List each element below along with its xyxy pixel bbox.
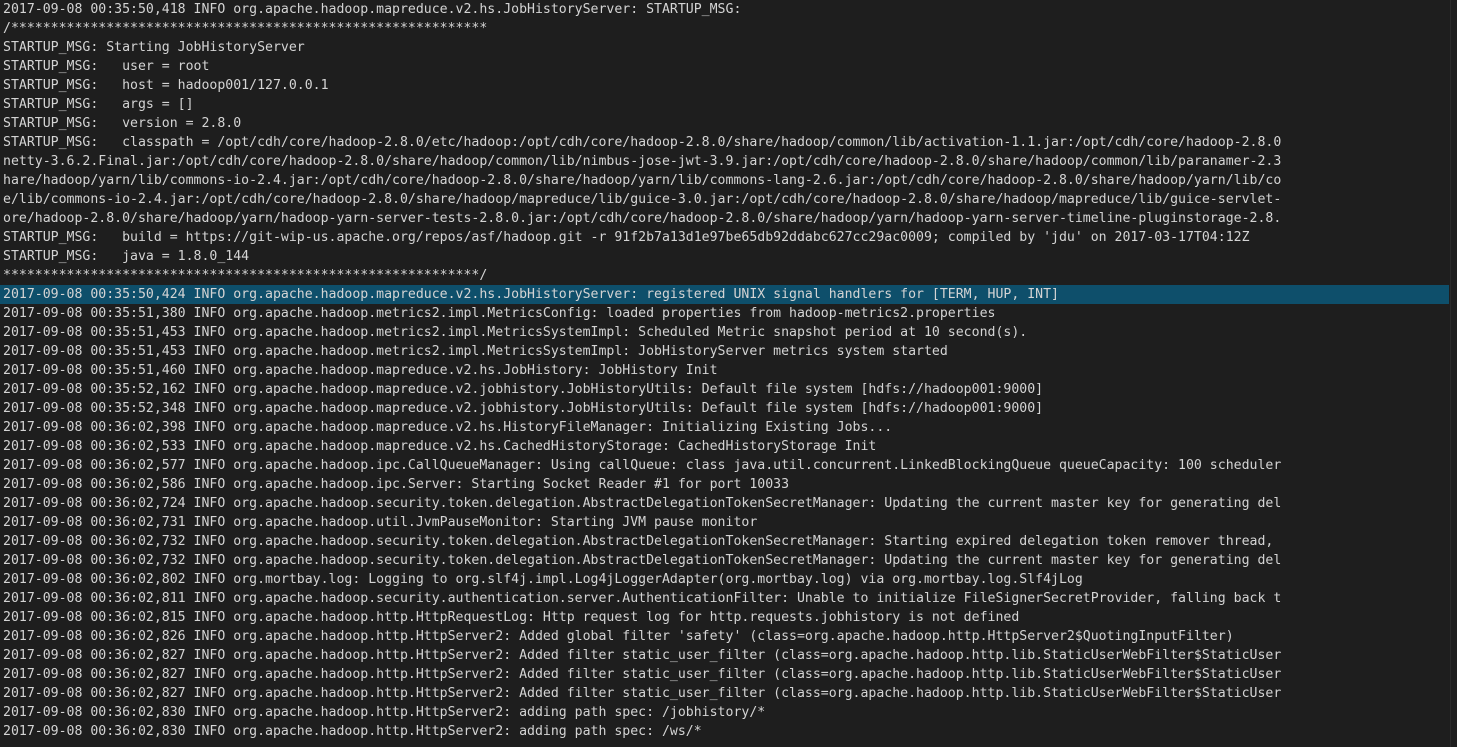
log-line[interactable]: 2017-09-08 00:35:51,460 INFO org.apache.… <box>0 361 1449 380</box>
log-line[interactable]: 2017-09-08 00:35:51,453 INFO org.apache.… <box>0 323 1449 342</box>
log-line[interactable]: 2017-09-08 00:36:02,830 INFO org.apache.… <box>0 722 1449 741</box>
log-line[interactable]: 2017-09-08 00:36:02,577 INFO org.apache.… <box>0 456 1449 475</box>
log-line[interactable]: hare/hadoop/yarn/lib/commons-io-2.4.jar:… <box>0 171 1449 190</box>
log-line[interactable]: 2017-09-08 00:35:52,162 INFO org.apache.… <box>0 380 1449 399</box>
log-line[interactable]: 2017-09-08 00:36:02,533 INFO org.apache.… <box>0 437 1449 456</box>
log-line[interactable]: 2017-09-08 00:36:02,815 INFO org.apache.… <box>0 608 1449 627</box>
log-line[interactable]: STARTUP_MSG: classpath = /opt/cdh/core/h… <box>0 133 1449 152</box>
log-line[interactable]: 2017-09-08 00:36:02,827 INFO org.apache.… <box>0 665 1449 684</box>
log-line[interactable]: e/lib/commons-io-2.4.jar:/opt/cdh/core/h… <box>0 190 1449 209</box>
log-line[interactable]: 2017-09-08 00:36:02,826 INFO org.apache.… <box>0 627 1449 646</box>
log-line[interactable]: STARTUP_MSG: args = [] <box>0 95 1449 114</box>
log-line[interactable]: 2017-09-08 00:36:02,731 INFO org.apache.… <box>0 513 1449 532</box>
log-line[interactable]: 2017-09-08 00:36:02,827 INFO org.apache.… <box>0 646 1449 665</box>
log-line[interactable]: 2017-09-08 00:36:02,398 INFO org.apache.… <box>0 418 1449 437</box>
log-line[interactable]: 2017-09-08 00:36:02,802 INFO org.mortbay… <box>0 570 1449 589</box>
log-line[interactable]: 2017-09-08 00:36:02,732 INFO org.apache.… <box>0 532 1449 551</box>
log-output[interactable]: 2017-09-08 00:35:50,418 INFO org.apache.… <box>0 0 1457 741</box>
log-line[interactable]: 2017-09-08 00:35:52,348 INFO org.apache.… <box>0 399 1449 418</box>
log-line[interactable]: 2017-09-08 00:36:02,811 INFO org.apache.… <box>0 589 1449 608</box>
terminal-window[interactable]: 2017-09-08 00:35:50,418 INFO org.apache.… <box>0 0 1457 747</box>
log-line[interactable]: 2017-09-08 00:36:02,830 INFO org.apache.… <box>0 703 1449 722</box>
log-line[interactable]: STARTUP_MSG: user = root <box>0 57 1449 76</box>
log-line[interactable]: 2017-09-08 00:35:51,380 INFO org.apache.… <box>0 304 1449 323</box>
log-line[interactable]: STARTUP_MSG: host = hadoop001/127.0.0.1 <box>0 76 1449 95</box>
log-line[interactable]: netty-3.6.2.Final.jar:/opt/cdh/core/hado… <box>0 152 1449 171</box>
log-line[interactable]: ****************************************… <box>0 266 1449 285</box>
log-line[interactable]: 2017-09-08 00:35:50,418 INFO org.apache.… <box>0 0 1449 19</box>
log-line[interactable]: STARTUP_MSG: Starting JobHistoryServer <box>0 38 1449 57</box>
log-line[interactable]: STARTUP_MSG: version = 2.8.0 <box>0 114 1449 133</box>
log-line[interactable]: 2017-09-08 00:36:02,827 INFO org.apache.… <box>0 684 1449 703</box>
scrollbar[interactable] <box>1450 0 1457 747</box>
log-line[interactable]: 2017-09-08 00:36:02,732 INFO org.apache.… <box>0 551 1449 570</box>
log-line[interactable]: STARTUP_MSG: build = https://git-wip-us.… <box>0 228 1449 247</box>
log-line[interactable]: 2017-09-08 00:36:02,586 INFO org.apache.… <box>0 475 1449 494</box>
log-line[interactable]: /***************************************… <box>0 19 1449 38</box>
log-line[interactable]: 2017-09-08 00:35:51,453 INFO org.apache.… <box>0 342 1449 361</box>
log-line[interactable]: 2017-09-08 00:36:02,724 INFO org.apache.… <box>0 494 1449 513</box>
log-line-selected[interactable]: 2017-09-08 00:35:50,424 INFO org.apache.… <box>0 285 1449 304</box>
log-line[interactable]: ore/hadoop-2.8.0/share/hadoop/yarn/hadoo… <box>0 209 1449 228</box>
log-line[interactable]: STARTUP_MSG: java = 1.8.0_144 <box>0 247 1449 266</box>
